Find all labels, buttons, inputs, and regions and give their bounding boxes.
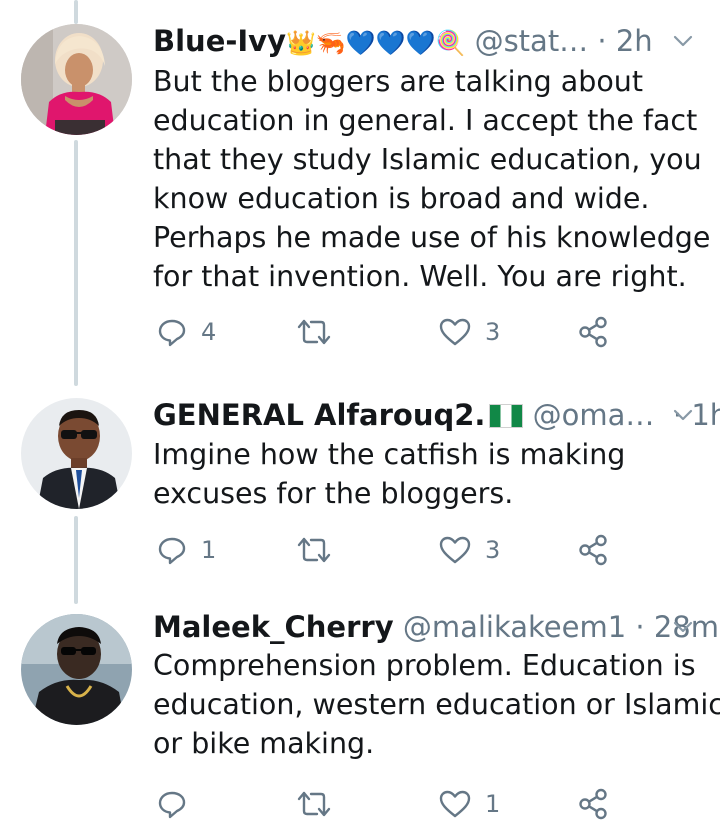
tweet-actions: 1 3 bbox=[153, 530, 673, 570]
share-icon bbox=[579, 788, 607, 820]
tweet-text-line: Perhaps he made use of his knowledge bbox=[153, 221, 711, 254]
retweet-icon bbox=[297, 791, 331, 817]
blue-heart-emoji-icon: 💙 bbox=[375, 29, 406, 57]
share-button[interactable] bbox=[577, 784, 609, 824]
tweet-text: Comprehension problem. Education is educ… bbox=[153, 646, 720, 763]
share-icon bbox=[579, 316, 607, 348]
avatar[interactable] bbox=[21, 614, 132, 725]
tweet-text-line: But the bloggers are talking about bbox=[153, 65, 644, 98]
share-button[interactable] bbox=[577, 530, 609, 570]
chevron-down-icon[interactable] bbox=[672, 616, 694, 638]
user-handle[interactable]: @malikakeem1 bbox=[403, 610, 626, 644]
share-icon bbox=[579, 534, 607, 566]
user-handle[interactable]: @oma… bbox=[533, 398, 655, 432]
tweet-actions: 4 3 bbox=[153, 312, 673, 352]
display-name[interactable]: Maleek_Cherry bbox=[153, 610, 394, 644]
shrimp-emoji-icon: 🦐 bbox=[315, 29, 346, 57]
like-button[interactable]: 3 bbox=[439, 312, 500, 352]
tweet-actions: 1 bbox=[153, 784, 673, 824]
tweet-text: But the bloggers are talking about educa… bbox=[153, 62, 711, 296]
like-icon bbox=[439, 536, 471, 564]
tweet-text-line: excuses for the bloggers. bbox=[153, 477, 514, 510]
reply-count: 1 bbox=[201, 536, 217, 564]
blue-heart-emoji-icon: 💙 bbox=[345, 29, 376, 57]
tweet-text-line: that they study Islamic education, you bbox=[153, 143, 702, 176]
reply-button[interactable] bbox=[157, 784, 201, 824]
tweet-text-line: education, western education or Islamic bbox=[153, 688, 720, 721]
display-name[interactable]: GENERAL Alfarouq2. bbox=[153, 398, 485, 432]
display-name[interactable]: Blue-Ivy bbox=[153, 24, 286, 58]
chevron-down-icon[interactable] bbox=[672, 404, 694, 426]
retweet-button[interactable] bbox=[295, 530, 347, 570]
retweet-button[interactable] bbox=[295, 784, 347, 824]
chevron-down-icon[interactable] bbox=[672, 30, 694, 52]
avatar[interactable] bbox=[21, 24, 132, 135]
retweet-icon bbox=[297, 319, 331, 345]
reply-thread: Blue-Ivy👑🦐💙💙💙🍭 @stat… · 2h But the blogg… bbox=[0, 0, 720, 830]
tweet-text-line: education in general. I accept the fact bbox=[153, 104, 698, 137]
tweet-text-line: or bike making. bbox=[153, 727, 375, 760]
timestamp[interactable]: 1h bbox=[691, 398, 720, 432]
tweet[interactable]: Blue-Ivy👑🦐💙💙💙🍭 @stat… · 2h But the blogg… bbox=[0, 0, 720, 380]
tweet-text-line: Imgine how the catfish is making bbox=[153, 438, 626, 471]
separator-dot: · bbox=[597, 24, 607, 58]
tweet-header: Blue-Ivy👑🦐💙💙💙🍭 @stat… · 2h bbox=[153, 22, 693, 60]
nigeria-flag-icon bbox=[489, 404, 524, 428]
timestamp[interactable]: 2h bbox=[616, 24, 653, 58]
share-button[interactable] bbox=[577, 312, 609, 352]
tweet[interactable]: GENERAL Alfarouq2. @oma… · 1h Imgine how… bbox=[0, 380, 720, 592]
reply-count: 4 bbox=[201, 318, 217, 346]
like-count: 3 bbox=[485, 536, 501, 564]
like-icon bbox=[439, 790, 471, 818]
tweet-text-line: know education is broad and wide. bbox=[153, 182, 650, 215]
reply-icon bbox=[158, 537, 186, 565]
like-icon bbox=[439, 318, 471, 346]
tweet-text: Imgine how the catfish is making excuses… bbox=[153, 435, 698, 513]
reply-icon bbox=[158, 791, 186, 819]
retweet-icon bbox=[297, 537, 331, 563]
blue-heart-emoji-icon: 💙 bbox=[405, 29, 436, 57]
reply-icon bbox=[158, 319, 186, 347]
tweet-header: Maleek_Cherry @malikakeem1 · 28m bbox=[153, 608, 719, 646]
separator-dot: · bbox=[635, 610, 645, 644]
reply-button[interactable]: 4 bbox=[157, 312, 216, 352]
like-button[interactable]: 3 bbox=[439, 530, 500, 570]
tweet[interactable]: Maleek_Cherry @malikakeem1 · 28m Compreh… bbox=[0, 592, 720, 830]
tweet-header: GENERAL Alfarouq2. @oma… · 1h bbox=[153, 396, 720, 434]
retweet-button[interactable] bbox=[295, 312, 347, 352]
tweet-text-line: Comprehension problem. Education is bbox=[153, 649, 696, 682]
like-button[interactable]: 1 bbox=[439, 784, 500, 824]
crown-emoji-icon: 👑 bbox=[286, 29, 316, 57]
lollipop-emoji-icon: 🍭 bbox=[435, 29, 466, 57]
avatar[interactable] bbox=[21, 398, 132, 509]
reply-button[interactable]: 1 bbox=[157, 530, 216, 570]
user-handle[interactable]: @stat… bbox=[475, 24, 589, 58]
like-count: 3 bbox=[485, 318, 501, 346]
like-count: 1 bbox=[485, 790, 501, 818]
tweet-text-line: for that invention. Well. You are right. bbox=[153, 260, 687, 293]
